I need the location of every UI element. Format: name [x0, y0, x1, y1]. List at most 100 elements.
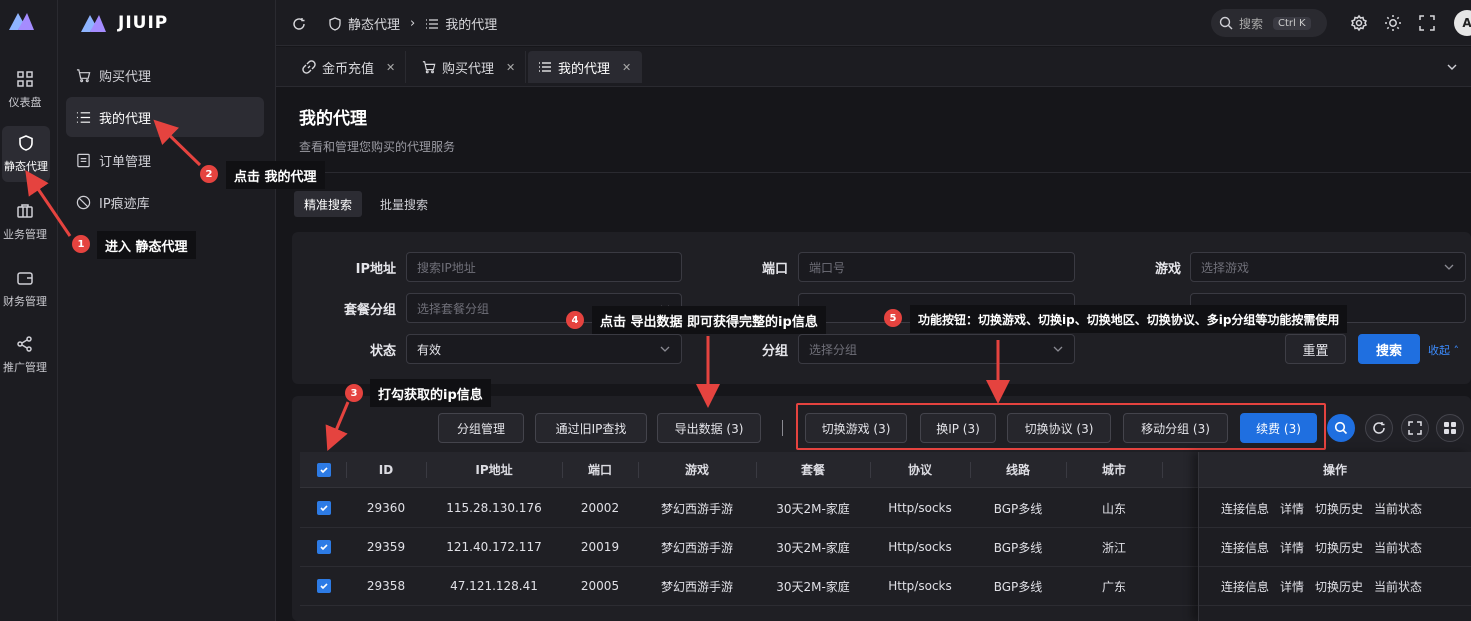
- order-icon: [77, 153, 90, 167]
- sun-icon[interactable]: [1384, 14, 1402, 32]
- rail-label: 仪表盘: [8, 96, 42, 109]
- collapse-link[interactable]: 收起 ˄: [1428, 342, 1459, 358]
- connection-info-link[interactable]: 连接信息: [1221, 539, 1269, 556]
- move-group-button[interactable]: 移动分组 (3): [1123, 413, 1228, 443]
- column-header-package[interactable]: 套餐: [756, 452, 870, 487]
- tab-exact-search[interactable]: 精准搜索: [294, 191, 363, 217]
- switch-history-link[interactable]: 切换历史: [1315, 500, 1363, 517]
- game-select-placeholder: 选择游戏: [1201, 260, 1250, 275]
- grid-icon: [1444, 422, 1456, 434]
- tab-buy-proxy[interactable]: 购买代理 ✕: [412, 51, 527, 83]
- share-icon: [17, 336, 32, 352]
- table-fullscreen-button[interactable]: [1401, 414, 1429, 442]
- details-link[interactable]: 详情: [1280, 578, 1304, 595]
- submenu-item-buy-proxy[interactable]: 购买代理: [66, 55, 264, 95]
- row-checkbox[interactable]: [314, 489, 334, 527]
- group-manage-button[interactable]: 分组管理: [438, 413, 524, 443]
- row-checkbox[interactable]: [314, 528, 334, 566]
- rail-item-business[interactable]: 业务管理: [0, 194, 50, 250]
- rail-item-promotion[interactable]: 推广管理: [0, 327, 50, 383]
- port-input[interactable]: 端口号: [798, 252, 1075, 282]
- search-icon: [1334, 421, 1348, 435]
- group-select[interactable]: 选择分组: [798, 334, 1075, 364]
- current-status-link[interactable]: 当前状态: [1374, 578, 1422, 595]
- chevron-down-icon: [1053, 346, 1063, 352]
- close-icon[interactable]: ✕: [386, 61, 395, 74]
- brand[interactable]: JIUIP: [78, 10, 168, 36]
- renew-button[interactable]: 续费 (3): [1240, 413, 1317, 443]
- page-title: 我的代理: [299, 109, 367, 129]
- current-status-link[interactable]: 当前状态: [1374, 539, 1422, 556]
- tab-batch-search[interactable]: 批量搜索: [370, 191, 438, 217]
- game-filter-label: 游戏: [1154, 262, 1181, 277]
- select-all-checkbox[interactable]: [314, 452, 334, 487]
- cell-protocol: Http/socks: [888, 579, 952, 593]
- export-data-button[interactable]: 导出数据 (3): [657, 413, 761, 443]
- user-avatar[interactable]: A: [1454, 10, 1471, 36]
- tab-label: 购买代理: [442, 61, 495, 77]
- table-search-button[interactable]: [1327, 414, 1355, 442]
- old-ip-lookup-button[interactable]: 通过旧IP查找: [535, 413, 647, 443]
- submenu-item-my-proxy[interactable]: 我的代理: [66, 97, 264, 137]
- check-icon: [320, 505, 328, 512]
- rail-item-finance[interactable]: 财务管理: [0, 261, 50, 317]
- reset-button[interactable]: 重置: [1285, 334, 1346, 364]
- column-header-port[interactable]: 端口: [562, 452, 638, 487]
- status-select[interactable]: 有效: [406, 334, 682, 364]
- switch-protocol-button[interactable]: 切换协议 (3): [1007, 413, 1111, 443]
- close-icon[interactable]: ✕: [506, 61, 515, 74]
- column-header-city[interactable]: 城市: [1066, 452, 1162, 487]
- refresh-icon[interactable]: [292, 17, 306, 31]
- search-button[interactable]: 搜索: [1358, 334, 1420, 364]
- game-select[interactable]: 选择游戏: [1190, 252, 1466, 282]
- rail-item-dashboard[interactable]: 仪表盘: [0, 62, 50, 118]
- column-header-id[interactable]: ID: [346, 452, 426, 487]
- search-label: 搜索: [1239, 16, 1264, 31]
- tab-my-proxy[interactable]: 我的代理 ✕: [528, 51, 643, 83]
- tab-coin-recharge[interactable]: 金币充值 ✕: [292, 51, 407, 83]
- cell-line: BGP多线: [993, 579, 1043, 594]
- details-link[interactable]: 详情: [1280, 500, 1304, 517]
- status-filter-label: 状态: [369, 344, 396, 359]
- switch-history-link[interactable]: 切换历史: [1315, 539, 1363, 556]
- rail-item-static-proxy[interactable]: 静态代理: [2, 126, 50, 182]
- column-header-protocol[interactable]: 协议: [870, 452, 970, 487]
- row-actions: 连接信息 详情 切换历史 当前状态: [1199, 489, 1471, 528]
- switch-game-button[interactable]: 切换游戏 (3): [805, 413, 907, 443]
- cell-ip: 47.121.128.41: [450, 579, 538, 593]
- tab-bar: 金币充值 ✕ 购买代理 ✕ 我的代理 ✕: [276, 47, 1471, 87]
- app-logo-icon[interactable]: [6, 8, 36, 34]
- chevron-down-icon[interactable]: [1446, 61, 1458, 73]
- connection-info-link[interactable]: 连接信息: [1221, 500, 1269, 517]
- submenu-label: 订单管理: [99, 154, 152, 170]
- breadcrumb-static-proxy[interactable]: 静态代理: [348, 14, 400, 33]
- annotation-callout: 打勾获取的ip信息: [370, 379, 491, 407]
- table-refresh-button[interactable]: [1365, 414, 1393, 442]
- switch-ip-button[interactable]: 换IP (3): [920, 413, 996, 443]
- ip-search-input[interactable]: 搜索IP地址: [406, 252, 682, 282]
- cell-line: BGP多线: [993, 540, 1043, 555]
- annotation-badge: 1: [72, 235, 90, 253]
- fullscreen-icon[interactable]: [1418, 14, 1436, 32]
- cell-port: 20005: [580, 579, 620, 593]
- column-header-game[interactable]: 游戏: [638, 452, 756, 487]
- column-header-ip[interactable]: IP地址: [426, 452, 562, 487]
- connection-info-link[interactable]: 连接信息: [1221, 578, 1269, 595]
- details-link[interactable]: 详情: [1280, 539, 1304, 556]
- brand-logo-icon: [81, 15, 106, 32]
- page-description: 查看和管理您购买的代理服务: [299, 140, 456, 154]
- breadcrumb: 静态代理 › 我的代理: [292, 14, 497, 33]
- row-checkbox[interactable]: [314, 567, 334, 605]
- cell-protocol: Http/socks: [888, 540, 952, 554]
- close-icon[interactable]: ✕: [622, 61, 631, 74]
- cell-ip: 115.28.130.176: [446, 501, 542, 515]
- annotation-badge: 5: [884, 309, 902, 327]
- switch-history-link[interactable]: 切换历史: [1315, 578, 1363, 595]
- refresh-icon: [1373, 422, 1385, 434]
- column-header-line[interactable]: 线路: [970, 452, 1066, 487]
- gear-icon[interactable]: [1350, 14, 1368, 32]
- column-settings-button[interactable]: [1436, 414, 1464, 442]
- global-search[interactable]: 搜索 Ctrl K: [1211, 9, 1327, 37]
- current-status-link[interactable]: 当前状态: [1374, 500, 1422, 517]
- collapse-label: 收起: [1428, 344, 1450, 357]
